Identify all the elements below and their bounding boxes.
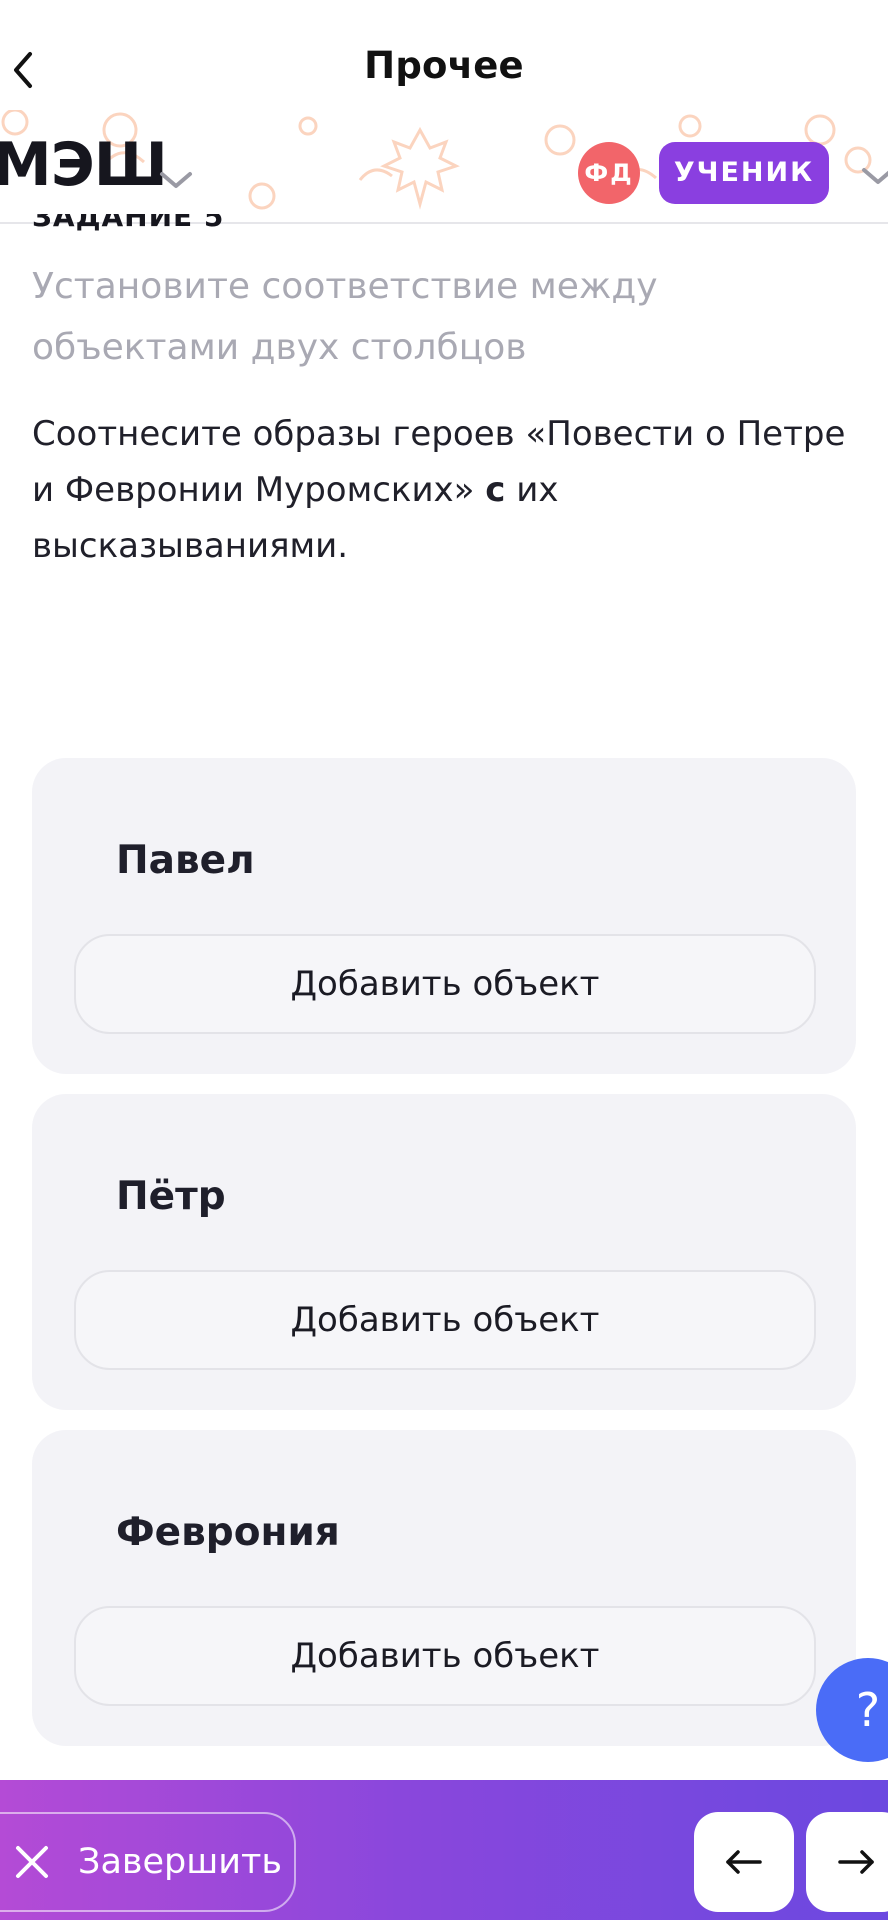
role-chevron-down-icon[interactable] bbox=[858, 158, 888, 198]
user-avatar[interactable]: ФД bbox=[578, 142, 640, 204]
mesh-logo: МЭШ bbox=[0, 130, 168, 200]
role-badge[interactable]: УЧЕНИК bbox=[659, 142, 829, 204]
match-card: Пётр Добавить объект bbox=[32, 1094, 856, 1410]
add-object-button[interactable]: Добавить объект bbox=[74, 934, 816, 1034]
add-object-button[interactable]: Добавить объект bbox=[74, 1270, 816, 1370]
close-icon bbox=[16, 1846, 48, 1878]
chevron-down-icon[interactable] bbox=[156, 160, 196, 200]
task-question-bold: с bbox=[485, 470, 506, 510]
page: Прочее МЭШ ФД УЧЕНИК ЗАДАНИЕ 5 Установит… bbox=[0, 0, 888, 1920]
task-question-part1: Соотнесите образы героев «Повести о Петр… bbox=[32, 414, 846, 510]
arrow-right-icon bbox=[838, 1850, 874, 1874]
next-button[interactable] bbox=[806, 1812, 888, 1912]
match-card: Павел Добавить объект bbox=[32, 758, 856, 1074]
bottom-action-bar: Завершить bbox=[0, 1780, 888, 1920]
top-nav-bar: Прочее bbox=[0, 0, 888, 122]
match-item-name: Павел bbox=[116, 838, 255, 883]
previous-button[interactable] bbox=[694, 1812, 794, 1912]
finish-label: Завершить bbox=[78, 1842, 283, 1882]
arrow-left-icon bbox=[726, 1850, 762, 1874]
page-title: Прочее bbox=[364, 44, 524, 87]
task-hint: Установите соответствие между объектами … bbox=[32, 266, 658, 368]
task-question: Соотнесите образы героев «Повести о Петр… bbox=[32, 406, 862, 574]
finish-button[interactable]: Завершить bbox=[0, 1812, 296, 1912]
match-item-name: Феврония bbox=[116, 1510, 340, 1555]
add-object-button[interactable]: Добавить объект bbox=[74, 1606, 816, 1706]
match-item-name: Пётр bbox=[116, 1174, 226, 1219]
match-card: Феврония Добавить объект bbox=[32, 1430, 856, 1746]
